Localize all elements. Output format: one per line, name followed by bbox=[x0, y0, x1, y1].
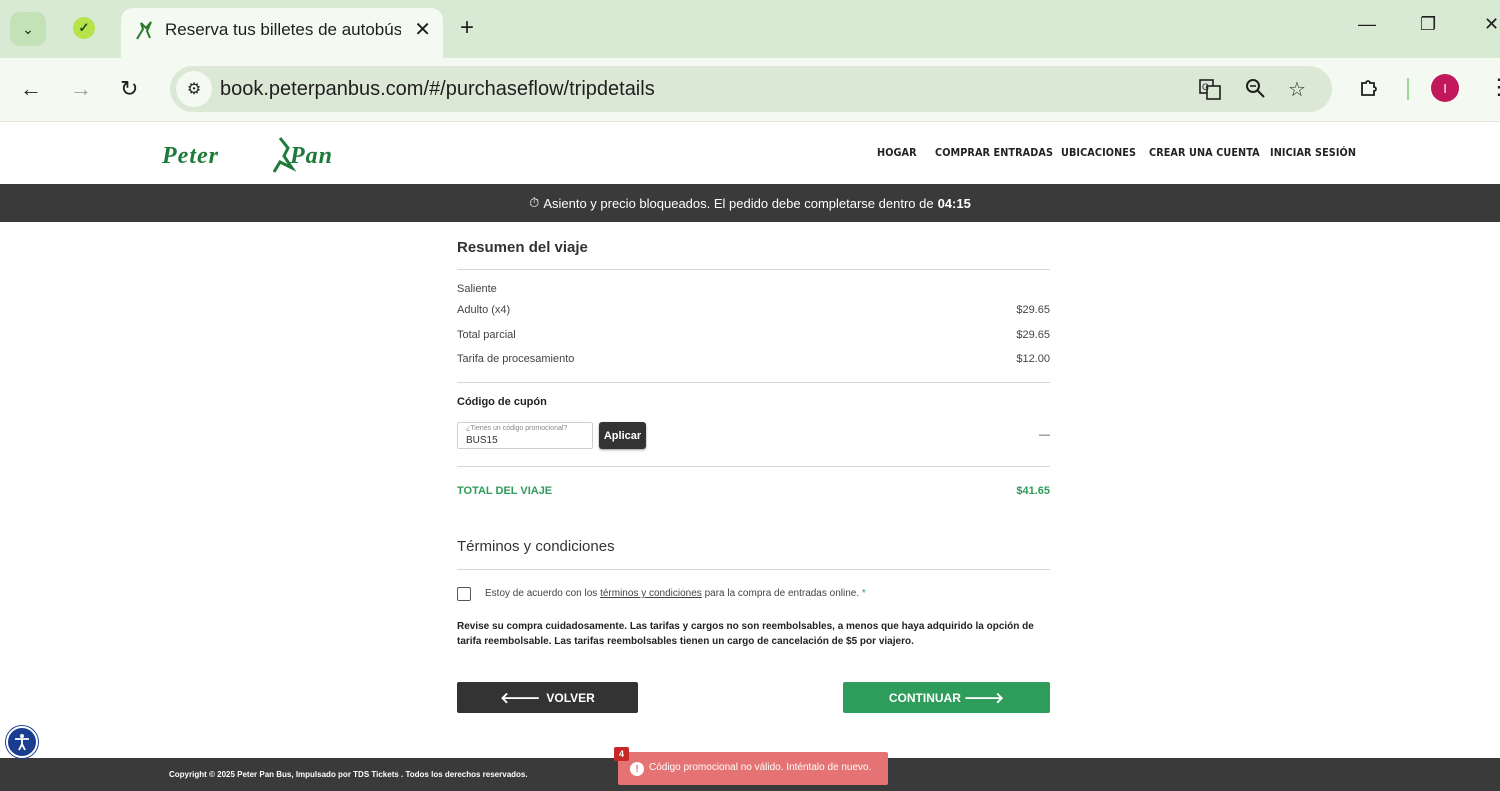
peter-pan-favicon-icon bbox=[133, 19, 155, 41]
divider bbox=[457, 382, 1050, 383]
nav-home[interactable]: HOGAR bbox=[877, 146, 917, 159]
error-icon: ! bbox=[630, 762, 644, 776]
terms-link[interactable]: términos y condiciones bbox=[600, 588, 702, 599]
forward-arrow-icon[interactable]: → bbox=[70, 76, 92, 102]
toolbar-divider bbox=[1407, 78, 1409, 100]
continue-button[interactable]: CONTINUAR 🡒 bbox=[843, 682, 1050, 713]
nav-locations[interactable]: UBICACIONES bbox=[1061, 146, 1136, 159]
seat-lock-timer-bar: ⏱ Asiento y precio bloqueados. El pedido… bbox=[0, 184, 1500, 222]
divider bbox=[457, 569, 1050, 570]
active-tab[interactable]: Reserva tus billetes de autobús ✕ bbox=[121, 8, 443, 58]
svg-text:Pan: Pan bbox=[289, 143, 333, 169]
browser-menu-icon[interactable]: ⋮ bbox=[1488, 74, 1500, 100]
back-button-label: VOLVER bbox=[546, 690, 595, 705]
coupon-title: Código de cupón bbox=[457, 396, 547, 408]
coupon-input[interactable]: ¿Tienes un código promocional? BUS15 bbox=[457, 422, 593, 449]
nav-create-account[interactable]: CREAR UNA CUENTA bbox=[1149, 146, 1260, 159]
stopwatch-icon: ⏱ bbox=[529, 195, 540, 210]
tab-search-chevron-icon[interactable]: ⌄ bbox=[10, 12, 46, 46]
subtotal-amount: $29.65 bbox=[1016, 329, 1050, 341]
translate-icon[interactable]: G bbox=[1198, 77, 1222, 107]
restore-icon[interactable]: ❐ bbox=[1420, 14, 1436, 35]
back-button[interactable]: 🡐 VOLVER bbox=[457, 682, 638, 713]
bookmark-star-icon[interactable]: ☆ bbox=[1288, 77, 1306, 102]
coupon-discount-amount: — bbox=[1039, 429, 1050, 441]
svg-text:G: G bbox=[1202, 82, 1209, 92]
purchase-notice: Revise su compra cuidadosamente. Las tar… bbox=[457, 621, 1034, 647]
accessibility-icon[interactable] bbox=[6, 726, 38, 758]
nav-buy-tickets[interactable]: COMPRAR ENTRADAS bbox=[935, 146, 1053, 159]
trip-summary-title: Resumen del viaje bbox=[457, 239, 588, 256]
required-mark: * bbox=[861, 588, 866, 599]
browser-toolbar: ← → ↻ ⚙ book.peterpanbus.com/#/purchasef… bbox=[0, 58, 1500, 122]
coupon-placeholder: ¿Tienes un código promocional? bbox=[466, 425, 568, 432]
pinned-tab[interactable]: ✓ bbox=[70, 14, 98, 42]
browser-tab-bar: ⌄ ✓ Reserva tus billetes de autobús ✕ + … bbox=[0, 0, 1500, 58]
url-text[interactable]: book.peterpanbus.com/#/purchaseflow/trip… bbox=[220, 78, 655, 101]
close-window-icon[interactable]: ✕ bbox=[1484, 14, 1499, 35]
divider bbox=[457, 466, 1050, 467]
processing-fee-amount: $12.00 bbox=[1016, 353, 1050, 365]
agree-text-before: Estoy de acuerdo con los bbox=[485, 588, 598, 599]
pinned-tab-favicon-icon: ✓ bbox=[73, 17, 95, 39]
processing-fee-label: Tarifa de procesamiento bbox=[457, 353, 575, 365]
peter-pan-logo[interactable]: Peter Pan bbox=[161, 134, 372, 174]
agree-text-after: para la compra de entradas online. bbox=[704, 588, 860, 599]
reload-icon[interactable]: ↻ bbox=[120, 76, 138, 102]
arrow-left-icon: 🡐 bbox=[500, 690, 541, 707]
adult-fare-label: Adulto (x4) bbox=[457, 304, 511, 316]
adult-fare-amount: $29.65 bbox=[1016, 304, 1050, 316]
nav-sign-in[interactable]: INICIAR SESIÓN bbox=[1270, 146, 1356, 159]
close-tab-icon[interactable]: ✕ bbox=[414, 17, 431, 42]
timer-countdown: 04:15 bbox=[937, 195, 971, 211]
divider bbox=[457, 269, 1050, 270]
address-bar[interactable]: ⚙ book.peterpanbus.com/#/purchaseflow/tr… bbox=[170, 66, 1332, 112]
trip-total-amount: $41.65 bbox=[1016, 485, 1050, 497]
toast-count-badge: 4 bbox=[614, 747, 629, 761]
zoom-icon[interactable] bbox=[1244, 77, 1266, 105]
error-toast-message: Código promocional no válido. Inténtalo … bbox=[649, 762, 872, 773]
new-tab-icon[interactable]: + bbox=[460, 14, 474, 42]
site-header: Peter Pan HOGAR COMPRAR ENTRADAS UBICACI… bbox=[0, 122, 1500, 184]
continue-button-label: CONTINUAR bbox=[888, 690, 961, 705]
svg-text:Peter: Peter bbox=[162, 143, 219, 169]
timer-text: Asiento y precio bloqueados. El pedido d… bbox=[543, 195, 934, 211]
direction-label: Saliente bbox=[457, 283, 497, 295]
arrow-right-icon: 🡒 bbox=[963, 690, 1005, 707]
apply-coupon-button[interactable]: Aplicar bbox=[599, 422, 646, 449]
minimize-icon[interactable]: — bbox=[1358, 14, 1376, 35]
terms-title: Términos y condiciones bbox=[457, 538, 615, 555]
site-info-icon[interactable]: ⚙ bbox=[176, 71, 212, 107]
copyright-text: Copyright © 2025 Peter Pan Bus, Impulsad… bbox=[169, 770, 528, 779]
terms-checkbox[interactable] bbox=[457, 587, 471, 601]
terms-agree-text: Estoy de acuerdo con los términos y cond… bbox=[485, 588, 866, 599]
error-toast[interactable]: ! Código promocional no válido. Inténtal… bbox=[618, 752, 888, 785]
subtotal-label: Total parcial bbox=[457, 329, 516, 341]
extensions-puzzle-icon[interactable] bbox=[1358, 75, 1382, 105]
trip-total-label: TOTAL DEL VIAJE bbox=[457, 485, 553, 497]
tab-title: Reserva tus billetes de autobús bbox=[165, 20, 401, 39]
coupon-value: BUS15 bbox=[466, 435, 498, 446]
profile-avatar[interactable]: I bbox=[1431, 74, 1459, 102]
back-arrow-icon[interactable]: ← bbox=[20, 76, 42, 102]
